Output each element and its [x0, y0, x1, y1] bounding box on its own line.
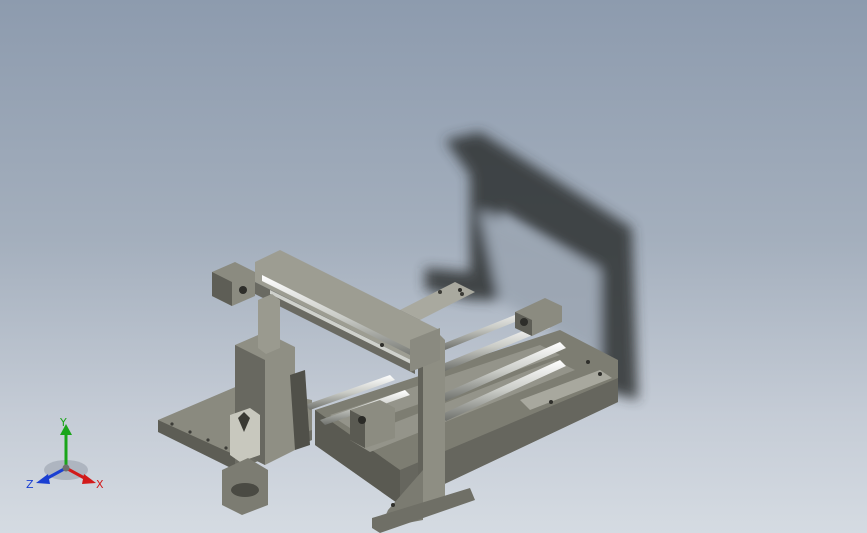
graphics-viewport[interactable]: Y X Z	[0, 0, 867, 533]
coordinate-triad: Y X Z	[26, 418, 104, 491]
z-axis-label: Z	[26, 478, 34, 491]
z-arrow-head-icon	[36, 474, 50, 484]
x-axis-label: X	[96, 478, 104, 491]
x-arrow-head-icon	[82, 474, 96, 484]
left-motor[interactable]	[212, 262, 255, 306]
y-axis-label: Y	[59, 418, 67, 429]
triad-origin-icon	[62, 464, 70, 472]
model-3d-view[interactable]	[0, 0, 867, 533]
